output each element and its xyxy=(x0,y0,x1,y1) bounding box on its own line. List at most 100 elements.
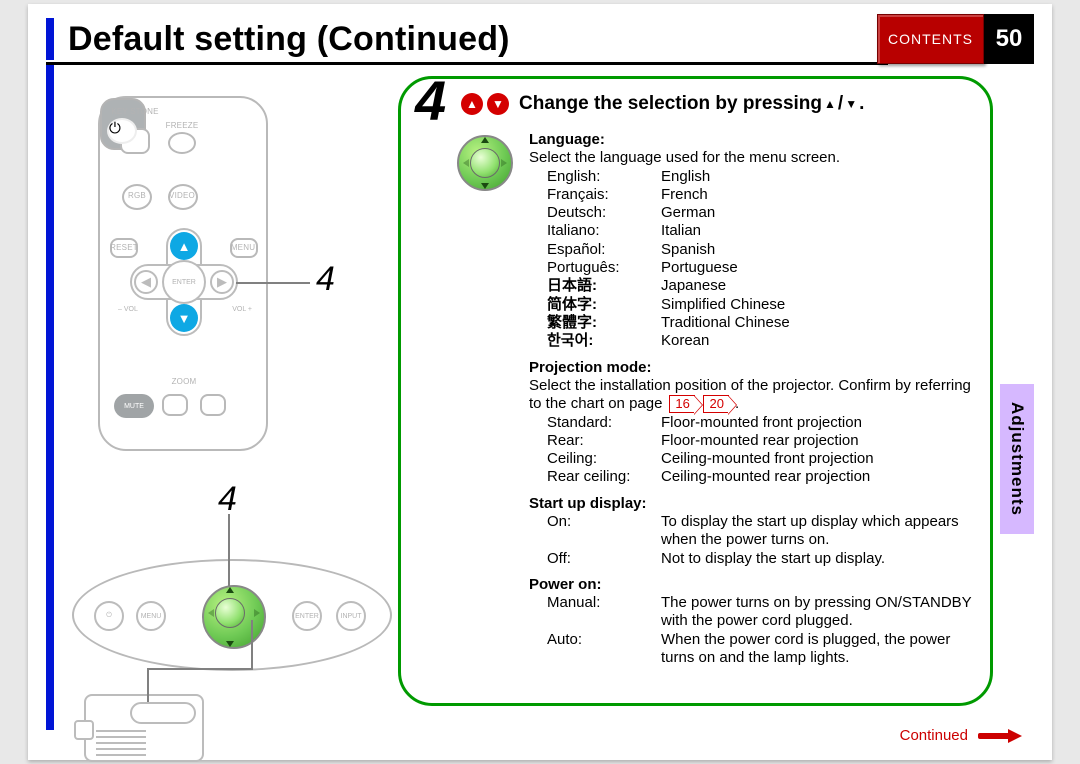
section-tab-adjustments[interactable]: Adjustments xyxy=(1000,384,1034,534)
section-tab-label: Adjustments xyxy=(1007,402,1027,516)
callout-line xyxy=(147,668,251,670)
remote-control-illustration: KEY STONE FREEZE ⏻ ON/ STANDBY RGB VIDEO… xyxy=(98,96,268,451)
page-title: Default setting (Continued) xyxy=(68,20,510,59)
remote-label-keystone: KEY STONE xyxy=(110,108,160,116)
list-item: Italiano:Italian xyxy=(547,222,976,240)
remote-label-zoom: ZOOM xyxy=(164,378,204,386)
remote-label-video: VIDEO xyxy=(164,192,200,200)
mode-name: Ceiling: xyxy=(547,450,661,468)
language-native-label: 한국어: xyxy=(547,332,661,350)
mode-description: Floor-mounted front projection xyxy=(661,414,976,432)
callout-number-panel: 4 xyxy=(218,480,237,519)
remote-label-vol-plus: VOL + xyxy=(232,306,252,313)
option-name: Off: xyxy=(547,550,661,568)
panel-enter-button: ENTER xyxy=(292,601,322,631)
callout-line xyxy=(251,620,253,670)
projector-illustration xyxy=(84,694,204,762)
list-item: 简体字:Simplified Chinese xyxy=(547,296,976,314)
language-english-label: Simplified Chinese xyxy=(661,296,976,314)
manual-page: Default setting (Continued) CONTENTS 50 … xyxy=(28,4,1052,760)
language-native-label: 简体字: xyxy=(547,296,661,314)
option-description: To display the start up display which ap… xyxy=(661,513,976,550)
control-panel-illustration: ⏻ MENU ENTER INPUT xyxy=(72,559,392,671)
remote-dpad: ▲ ▼ ◀ ▶ ENTER – VOL VOL + xyxy=(130,228,238,336)
list-item: Rear ceiling:Ceiling-mounted rear projec… xyxy=(547,468,976,486)
callout-number-remote: 4 xyxy=(316,260,335,299)
projection-description: Select the installation position of the … xyxy=(529,377,976,414)
list-item: Manual:The power turns on by pressing ON… xyxy=(529,594,976,631)
language-native-label: 繁體字: xyxy=(547,314,661,332)
projection-mode-list: Standard:Floor-mounted front projectionR… xyxy=(529,414,976,487)
language-english-label: Traditional Chinese xyxy=(661,314,976,332)
page-link[interactable]: 16 xyxy=(669,395,695,413)
language-english-label: German xyxy=(661,204,976,222)
contents-button[interactable]: CONTENTS xyxy=(877,14,984,64)
heading-language: Language: xyxy=(529,131,976,149)
language-english-label: French xyxy=(661,186,976,204)
language-english-label: Korean xyxy=(661,332,976,350)
mode-description: Floor-mounted rear projection xyxy=(661,432,976,450)
list-item: 日本語:Japanese xyxy=(547,277,976,295)
projector-top-panel xyxy=(130,702,196,724)
remote-arrow-right-icon: ▶ xyxy=(210,270,234,294)
language-description: Select the language used for the menu sc… xyxy=(529,149,976,167)
triangle-down-icon: ▼ xyxy=(845,97,857,111)
remote-arrow-left-icon: ◀ xyxy=(134,270,158,294)
option-description: When the power cord is plugged, the powe… xyxy=(661,631,976,668)
language-english-label: Portuguese xyxy=(661,259,976,277)
language-native-label: Deutsch: xyxy=(547,204,661,222)
remote-arrow-up-icon: ▲ xyxy=(170,232,198,260)
projector-vent xyxy=(96,730,146,756)
language-native-label: Français: xyxy=(547,186,661,204)
callout-line xyxy=(228,514,230,586)
list-item: 한국어:Korean xyxy=(547,332,976,350)
mode-description: Ceiling-mounted rear projection xyxy=(661,468,976,486)
power-icon: ⏻ xyxy=(107,118,137,144)
language-english-label: English xyxy=(661,168,976,186)
option-name: Manual: xyxy=(547,594,661,631)
panel-nav-button xyxy=(202,585,266,649)
callout-line xyxy=(147,668,149,702)
title-accent-bar xyxy=(46,18,54,60)
remote-arrow-down-icon: ▼ xyxy=(170,304,198,332)
mode-description: Ceiling-mounted front projection xyxy=(661,450,976,468)
language-native-label: Português: xyxy=(547,259,661,277)
list-item: Português:Portuguese xyxy=(547,259,976,277)
arrow-down-circle-icon: ▼ xyxy=(487,93,509,115)
language-native-label: Italiano: xyxy=(547,222,661,240)
continued-indicator: Continued xyxy=(900,727,1022,744)
step-content: Language: Select the language used for t… xyxy=(529,123,976,667)
remote-zoom-plus-button xyxy=(200,394,226,416)
list-item: Español:Spanish xyxy=(547,241,976,259)
remote-label-onstandby: ON/ STANDBY xyxy=(215,110,255,127)
remote-label-vol-minus: – VOL xyxy=(118,306,138,313)
language-native-label: English: xyxy=(547,168,661,186)
list-item: Rear:Floor-mounted rear projection xyxy=(547,432,976,450)
step-heading: ▲ ▼ Change the selection by pressing ▲ /… xyxy=(461,93,864,115)
language-native-label: Español: xyxy=(547,241,661,259)
remote-label-rgb: RGB xyxy=(120,192,154,200)
language-english-label: Japanese xyxy=(661,277,976,295)
language-list: English:EnglishFrançais:FrenchDeutsch:Ge… xyxy=(529,168,976,351)
remote-mute-button: MUTE xyxy=(114,394,154,418)
list-item: Deutsch:German xyxy=(547,204,976,222)
header-right: CONTENTS 50 xyxy=(877,14,1034,64)
list-item: On:To display the start up display which… xyxy=(529,513,976,550)
list-item: Français:French xyxy=(547,186,976,204)
heading-power-on: Power on: xyxy=(529,576,976,594)
option-name: On: xyxy=(547,513,661,550)
language-english-label: Spanish xyxy=(661,241,976,259)
step-number: 4 xyxy=(415,73,446,129)
page-link[interactable]: 20 xyxy=(703,395,729,413)
list-item: English:English xyxy=(547,168,976,186)
mode-name: Rear: xyxy=(547,432,661,450)
power-on-list: Manual:The power turns on by pressing ON… xyxy=(529,594,976,667)
arrow-right-icon xyxy=(1008,729,1022,743)
remote-freeze-button xyxy=(168,132,196,154)
list-item: Auto:When the power cord is plugged, the… xyxy=(529,631,976,668)
startup-display-list: On:To display the start up display which… xyxy=(529,513,976,568)
left-accent-bar xyxy=(46,65,54,730)
panel-power-button: ⏻ xyxy=(94,601,124,631)
step-panel: 4 ▲ ▼ Change the selection by pressing ▲… xyxy=(398,76,993,706)
illustration-column: KEY STONE FREEZE ⏻ ON/ STANDBY RGB VIDEO… xyxy=(78,84,388,724)
